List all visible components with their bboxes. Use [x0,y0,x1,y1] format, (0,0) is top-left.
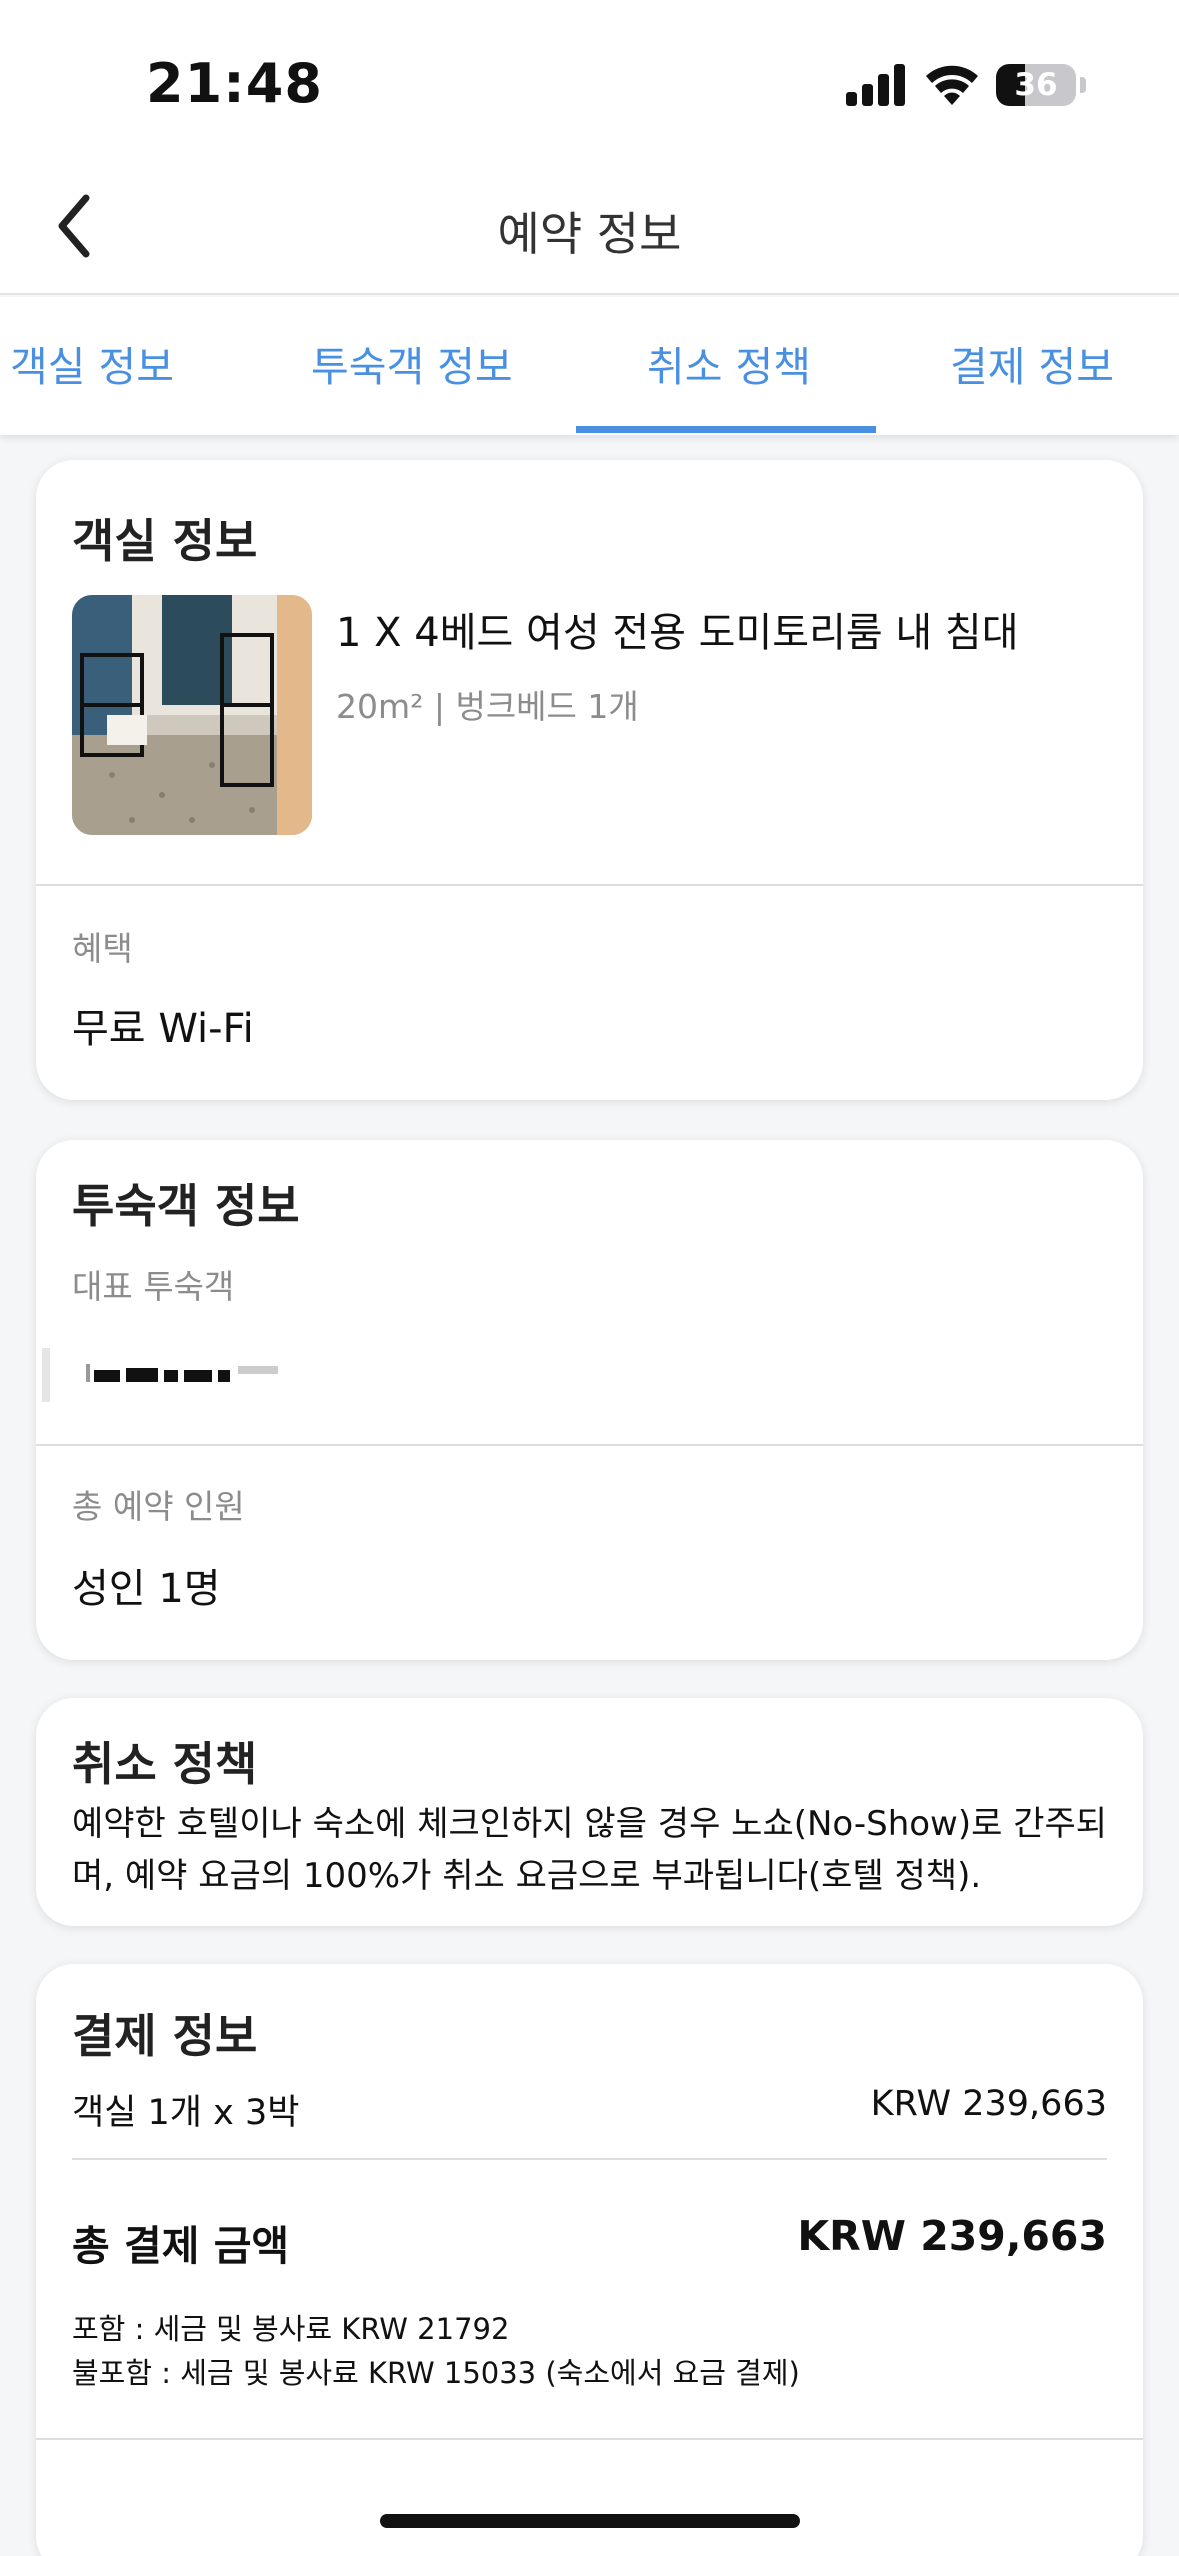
payment-line-label: 객실 1개 x 3박 [72,2093,300,2133]
cancel-card-title: 취소 정책 [72,1737,258,1791]
payment-included-note: 포함 : 세금 및 봉사료 KRW 21792 [72,2312,510,2346]
cancel-policy-text: 예약한 호텔이나 숙소에 체크인하지 않을 경우 노쇼(No-Show)로 간주… [72,1804,1108,1896]
battery-icon: 36 [996,64,1076,106]
home-indicator[interactable] [380,2514,800,2528]
divider [36,884,1143,886]
lead-guest-label: 대표 투숙객 [72,1267,235,1306]
status-bar: 21:48 36 [0,0,1179,160]
room-meta: 20m² | 벙크베드 1개 [336,687,639,726]
payment-total-label: 총 결제 금액 [72,2222,290,2270]
tab-cancel-policy[interactable]: 취소 정책 [647,333,811,393]
room-card-title: 객실 정보 [72,514,258,568]
nav-header: 예약 정보 [0,160,1179,295]
status-time: 21:48 [146,52,323,115]
tab-payment-info[interactable]: 결제 정보 [950,333,1114,393]
guest-count-label: 총 예약 인원 [72,1487,245,1526]
benefit-label: 혜택 [72,929,133,968]
page-title: 예약 정보 [497,207,682,261]
payment-total-value: KRW 239,663 [797,2212,1107,2260]
cellular-signal-icon [846,62,906,106]
divider [72,2158,1107,2160]
payment-line-value: KRW 239,663 [870,2084,1107,2124]
divider [36,2438,1143,2440]
tab-guest-info[interactable]: 투숙객 정보 [311,333,513,393]
battery-level: 36 [1014,67,1058,103]
cancel-policy-card: 취소 정책 예약한 호텔이나 숙소에 체크인하지 않을 경우 노쇼(No-Sho… [36,1698,1143,1926]
wifi-icon [926,65,978,105]
tab-room-info[interactable]: 객실 정보 [10,333,174,393]
room-info-card: 객실 정보 1 X 4베드 여성 전용 도미토리룸 내 침대 20m² | 벙크… [36,460,1143,1100]
redacted-guest-name [42,1348,278,1402]
room-name: 1 X 4베드 여성 전용 도미토리룸 내 침대 [336,610,1019,656]
section-tabs: 객실 정보 투숙객 정보 취소 정책 결제 정보 [0,297,1179,435]
benefit-value: 무료 Wi-Fi [72,1006,254,1052]
guest-info-card: 투숙객 정보 대표 투숙객 총 예약 인원 성인 1명 [36,1140,1143,1660]
divider [36,1444,1143,1446]
guest-count-value: 성인 1명 [72,1566,221,1612]
guest-card-title: 투숙객 정보 [72,1179,300,1233]
payment-card-title: 결제 정보 [72,2009,258,2063]
payment-excluded-note: 불포함 : 세금 및 봉사료 KRW 15033 (숙소에서 요금 결제) [72,2356,800,2390]
payment-info-card: 결제 정보 객실 1개 x 3박 KRW 239,663 총 결제 금액 KRW… [36,1964,1143,2556]
room-photo[interactable] [72,595,312,835]
active-tab-indicator [576,426,876,433]
battery-tip [1080,77,1086,93]
